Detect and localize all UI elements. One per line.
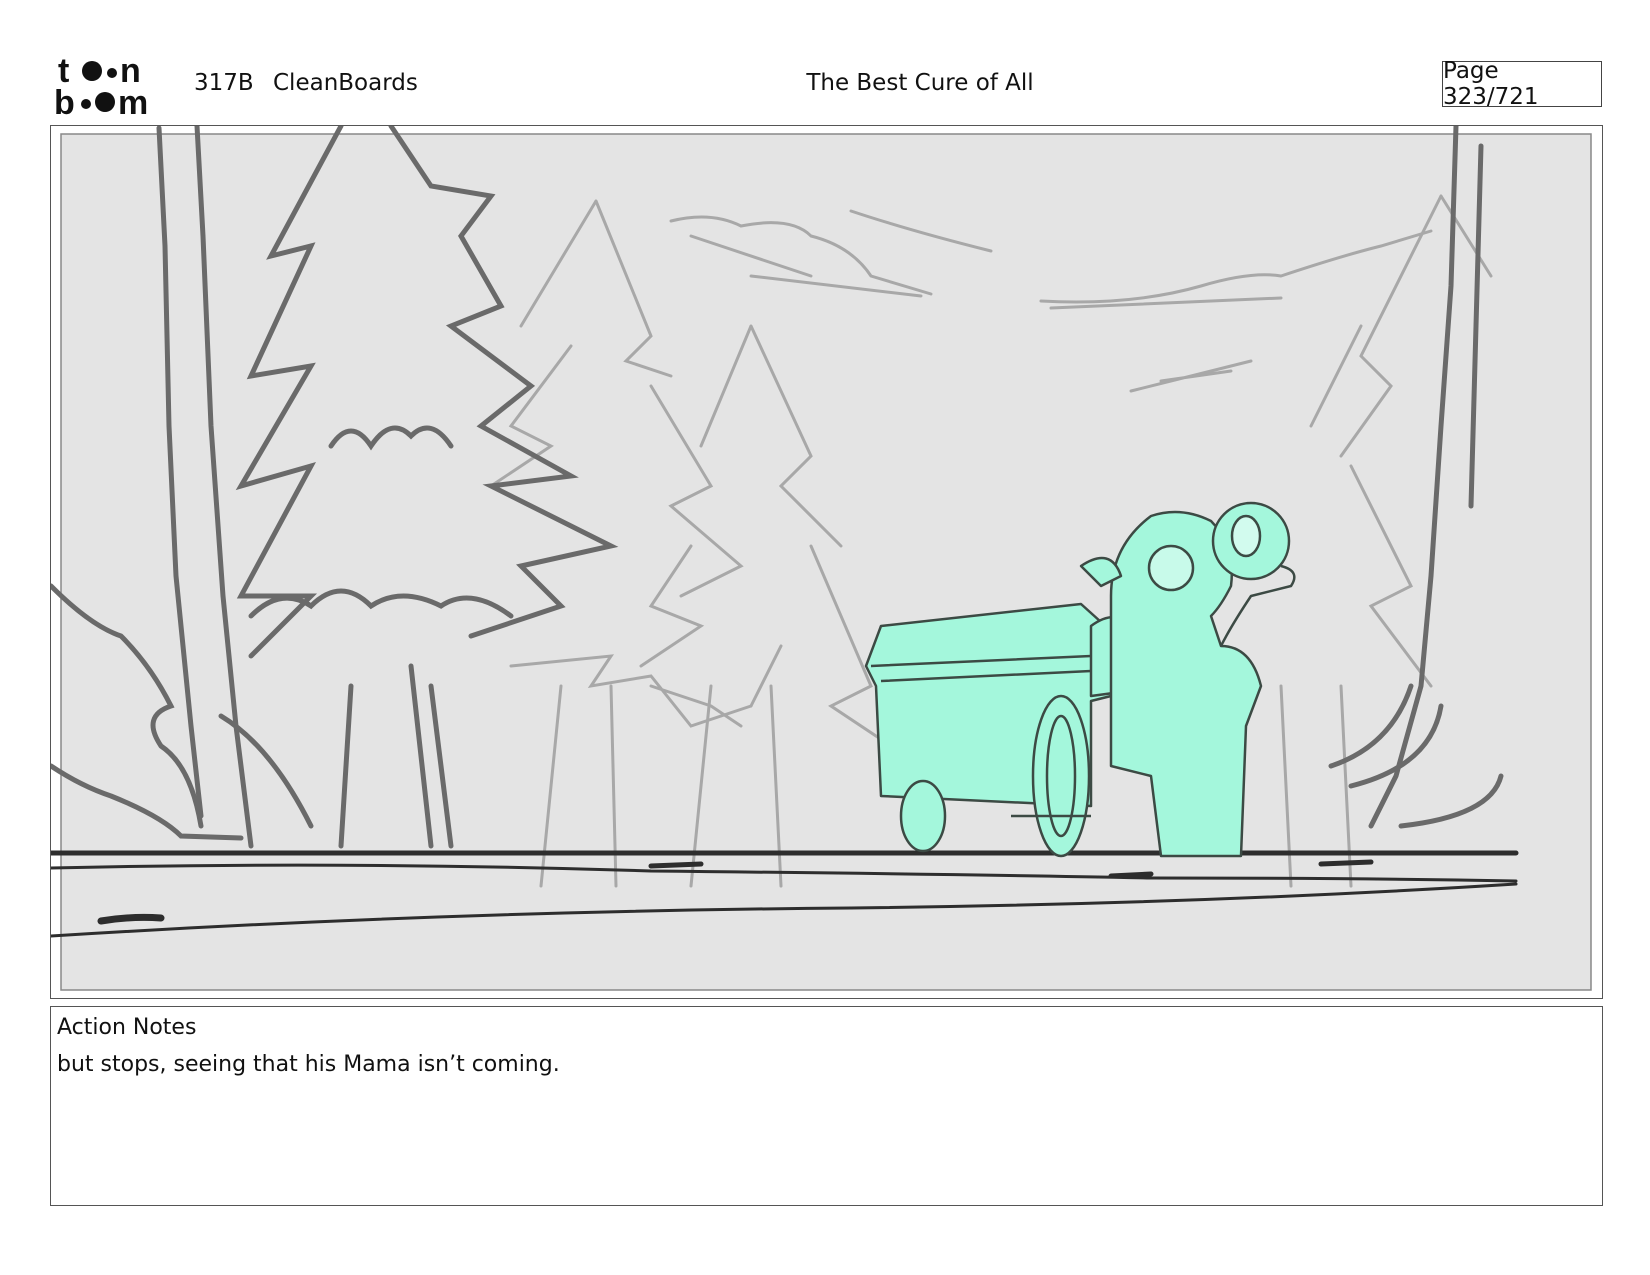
- action-notes-box: Action Notes but stops, seeing that his …: [50, 1006, 1603, 1206]
- storyboard-panel: [50, 125, 1603, 999]
- svg-text:b: b: [54, 84, 75, 118]
- svg-text:m: m: [118, 84, 148, 118]
- page-number: Page 323/721: [1443, 58, 1539, 110]
- action-notes-label: Action Notes: [57, 1015, 197, 1040]
- toon-boom-logo: t n b m: [54, 52, 174, 122]
- page-number-box: Page 323/721: [1442, 58, 1602, 110]
- episode-label: 317B CleanBoards: [194, 70, 418, 96]
- episode-name: CleanBoards: [273, 70, 418, 96]
- board-title: The Best Cure of All: [806, 70, 1034, 96]
- panel-sketch: [51, 126, 1592, 991]
- action-notes-text: but stops, seeing that his Mama isn’t co…: [57, 1052, 560, 1077]
- episode-code: 317B: [194, 70, 254, 96]
